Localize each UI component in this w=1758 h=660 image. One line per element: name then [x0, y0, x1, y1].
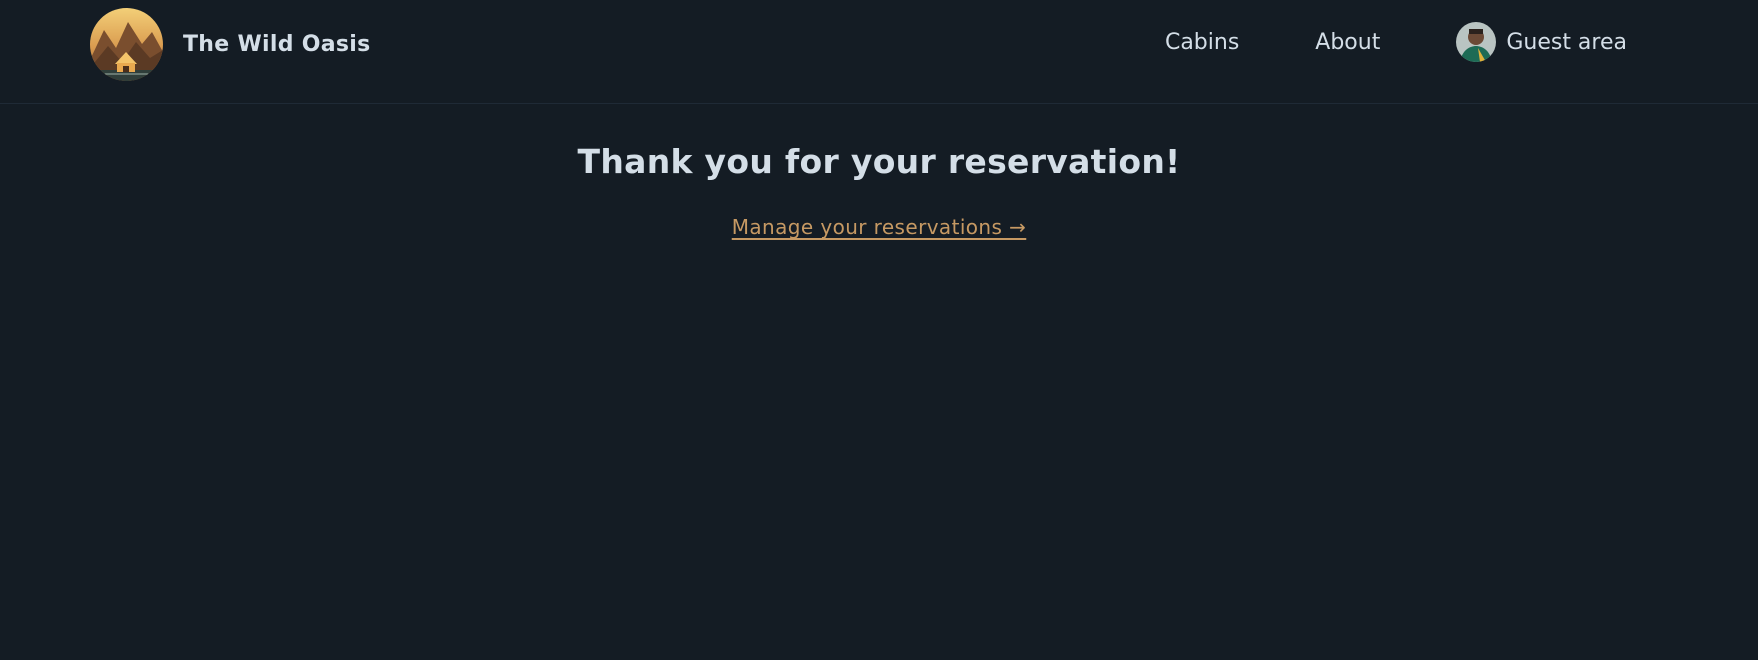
nav-guest-area-label: Guest area — [1506, 29, 1627, 55]
brand-name: The Wild Oasis — [183, 32, 371, 57]
site-header: The Wild Oasis Cabins About Guest area — [0, 0, 1758, 104]
mountain-cabin-logo-icon — [90, 8, 163, 81]
nav-about-label: About — [1315, 29, 1381, 55]
brand-logo-link[interactable]: The Wild Oasis — [90, 8, 370, 81]
page-title: Thank you for your reservation! — [577, 142, 1181, 181]
main-nav: Cabins About Guest area — [1165, 0, 1627, 84]
nav-cabins-label: Cabins — [1164, 29, 1240, 55]
user-avatar-icon — [1456, 22, 1497, 62]
nav-guest-area[interactable]: Guest area — [1456, 22, 1627, 62]
manage-reservations-link[interactable]: Manage your reservations → — [732, 215, 1027, 239]
nav-cabins[interactable]: Cabins — [1165, 30, 1239, 55]
main-content: Thank you for your reservation! Manage y… — [0, 104, 1758, 239]
nav-about[interactable]: About — [1315, 30, 1380, 55]
